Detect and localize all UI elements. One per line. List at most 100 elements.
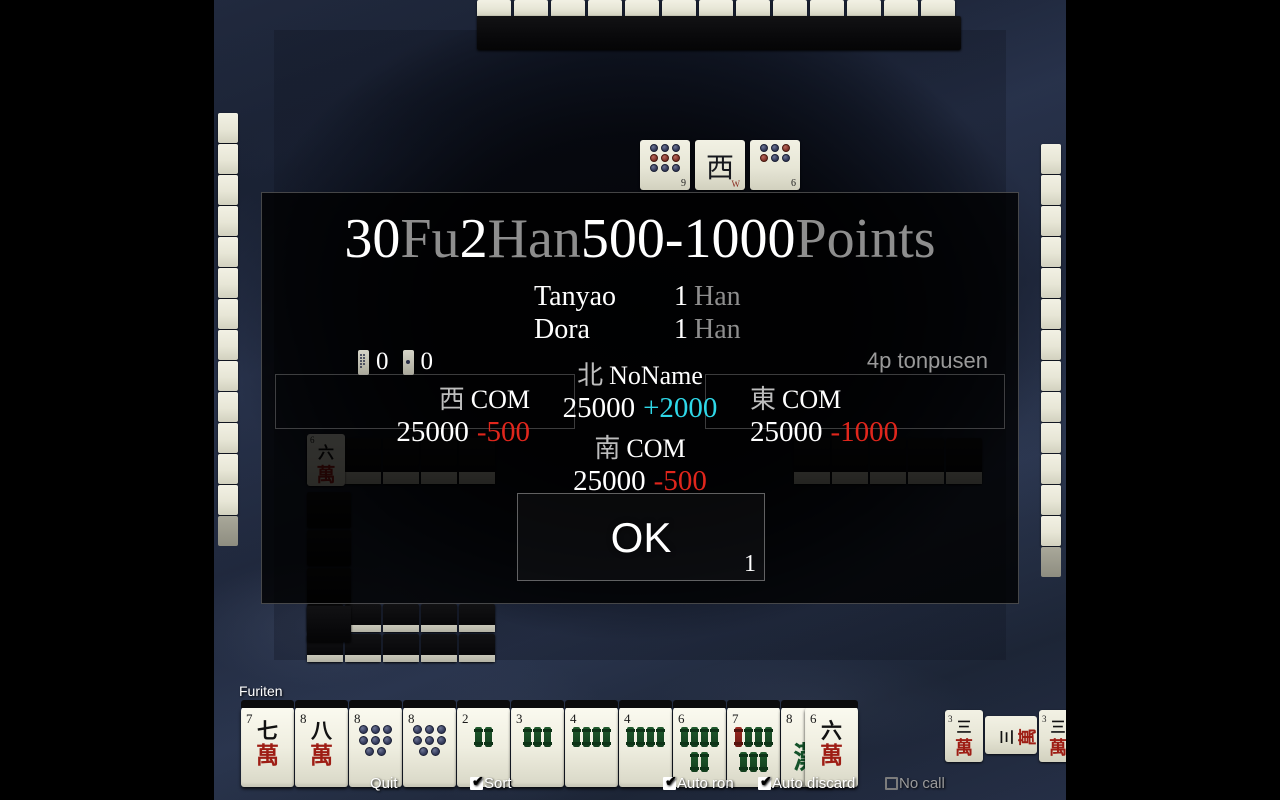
score-headline: 30Fu2Han500-1000Points xyxy=(262,211,1018,267)
yaku-han-value: 1 xyxy=(674,281,688,312)
tile-lip xyxy=(345,654,381,662)
discard-tile-back xyxy=(307,606,351,642)
discard-tile-back xyxy=(421,604,457,632)
control-auto-discard[interactable]: Auto discard xyxy=(758,774,856,792)
control-no-call[interactable]: No call xyxy=(885,775,945,792)
discard-tile-back xyxy=(459,634,495,662)
discard-tile-back xyxy=(383,634,419,662)
han-value: 2 xyxy=(459,208,488,270)
opponent-tile-top xyxy=(551,0,585,16)
furiten-badge: Furiten xyxy=(239,683,283,699)
bamboo-sticks xyxy=(679,727,720,772)
man-suit-glyph: 萬 xyxy=(256,743,279,769)
opponent-tile-right xyxy=(1041,268,1061,298)
tile-rank-number: 4 xyxy=(570,711,577,726)
player-score-west: 西 COM 25000 -500 xyxy=(300,379,530,449)
opponent-tile-right xyxy=(1041,237,1061,267)
opponent-tile-top xyxy=(662,0,696,16)
west-delta: -500 xyxy=(476,416,530,448)
opponent-tile-left xyxy=(218,237,238,267)
control-bar: Quit Sort Auto ron Auto discard No call xyxy=(214,774,1066,797)
meld-tile: 3三萬 xyxy=(945,710,983,762)
opponent-tile-left xyxy=(218,268,238,298)
fu-value: 30 xyxy=(344,208,401,270)
pin-dots xyxy=(646,144,684,172)
tile-lip xyxy=(383,624,419,632)
north-score: 25000 xyxy=(562,392,636,424)
east-wind-icon: 東 xyxy=(750,385,777,414)
bamboo-sticks xyxy=(463,727,504,747)
tile-top-edge xyxy=(457,700,510,708)
bamboo-sticks xyxy=(517,727,558,747)
yaku-han-value: 1 xyxy=(674,314,688,345)
pin-dots xyxy=(356,725,395,756)
west-player-name: COM xyxy=(470,385,530,414)
points-unit: Points xyxy=(795,208,936,270)
opponent-tile-right xyxy=(1041,392,1061,422)
opponent-tile-right xyxy=(1041,299,1061,329)
yaku-han-unit: Han xyxy=(694,314,741,345)
tile-top-edge xyxy=(403,700,456,708)
game-screen: 9西W6 6六萬 3三萬3三萬3三萬 7七萬8八萬882344678灘6六萬 F… xyxy=(0,0,1280,800)
opponent-tile-top xyxy=(699,0,733,16)
opponent-tile-left xyxy=(218,392,238,422)
discard-tile-back xyxy=(421,634,457,662)
pin-dots xyxy=(410,725,449,756)
meld-tile: 3三萬 xyxy=(985,716,1037,754)
tile-top-edge xyxy=(727,700,780,708)
opponent-tile-right xyxy=(1041,144,1061,174)
yaku-name: Tanyao xyxy=(534,281,617,312)
opponent-tile-left xyxy=(218,485,238,515)
checkbox-auto-discard-icon[interactable] xyxy=(758,774,772,790)
checkbox-sort-icon[interactable] xyxy=(470,774,484,790)
opponent-tile-right xyxy=(1041,361,1061,391)
north-wind-icon: 北 xyxy=(577,361,604,390)
east-score: 25000 xyxy=(750,416,823,448)
ok-button-label: OK xyxy=(610,514,672,561)
opponent-tile-top xyxy=(736,0,770,16)
man-rank-glyph: 六 xyxy=(821,719,842,743)
yaku-list: Tanyao 1 Han Dora 1 Han xyxy=(262,281,1018,347)
opponent-tile-left xyxy=(218,330,238,360)
yaku-row: Tanyao 1 Han xyxy=(262,281,1018,314)
control-label-auto-discard: Auto discard xyxy=(772,775,856,792)
control-quit[interactable]: Quit xyxy=(370,775,398,792)
south-wind-icon: 南 xyxy=(594,434,621,463)
tile-rank-number: 3 xyxy=(516,711,523,726)
ok-button[interactable]: OK 1 xyxy=(517,493,765,581)
discard-tile-back xyxy=(459,604,495,632)
dora-indicator-tile: 6 xyxy=(750,140,800,190)
man-suit-glyph: 萬 xyxy=(1049,738,1066,758)
han-unit: Han xyxy=(487,208,581,270)
control-label-quit: Quit xyxy=(370,775,398,792)
west-wind-icon: 西 xyxy=(438,385,465,414)
meld-tile-face: 3三萬 xyxy=(1039,714,1066,762)
tile-rank-number: 4 xyxy=(624,711,631,726)
meld-tile-face: 3三萬 xyxy=(945,714,983,762)
checkbox-no-call-icon[interactable] xyxy=(885,777,898,790)
opponent-tile-left xyxy=(218,144,238,174)
checkbox-auto-ron-icon[interactable] xyxy=(663,774,677,790)
man-suit-glyph: 萬 xyxy=(955,738,973,758)
fu-unit: Fu xyxy=(400,208,460,270)
opponent-tile-right xyxy=(1041,516,1061,546)
discard-tile-back xyxy=(383,604,419,632)
man-suit-glyph: 萬 xyxy=(1018,728,1037,746)
east-delta: -1000 xyxy=(830,416,899,448)
man-rank-glyph: 七 xyxy=(257,719,278,743)
tile-rank-number: 8 xyxy=(786,711,793,726)
tile-top-edge xyxy=(295,700,348,708)
control-sort[interactable]: Sort xyxy=(470,774,512,792)
yaku-han-unit: Han xyxy=(694,281,741,312)
opponent-hand-backs-top xyxy=(477,16,961,50)
opponent-tile-top xyxy=(625,0,659,16)
yaku-row: Dora 1 Han xyxy=(262,314,1018,347)
opponent-tile-left xyxy=(218,175,238,205)
control-auto-ron[interactable]: Auto ron xyxy=(663,774,734,792)
control-label-no-call: No call xyxy=(899,775,945,792)
opponent-tile-right xyxy=(1041,485,1061,515)
tile-lip xyxy=(383,654,419,662)
yaku-name: Dora xyxy=(534,314,590,345)
opponent-tile-right xyxy=(1041,330,1061,360)
man-rank-glyph: 八 xyxy=(311,719,332,743)
